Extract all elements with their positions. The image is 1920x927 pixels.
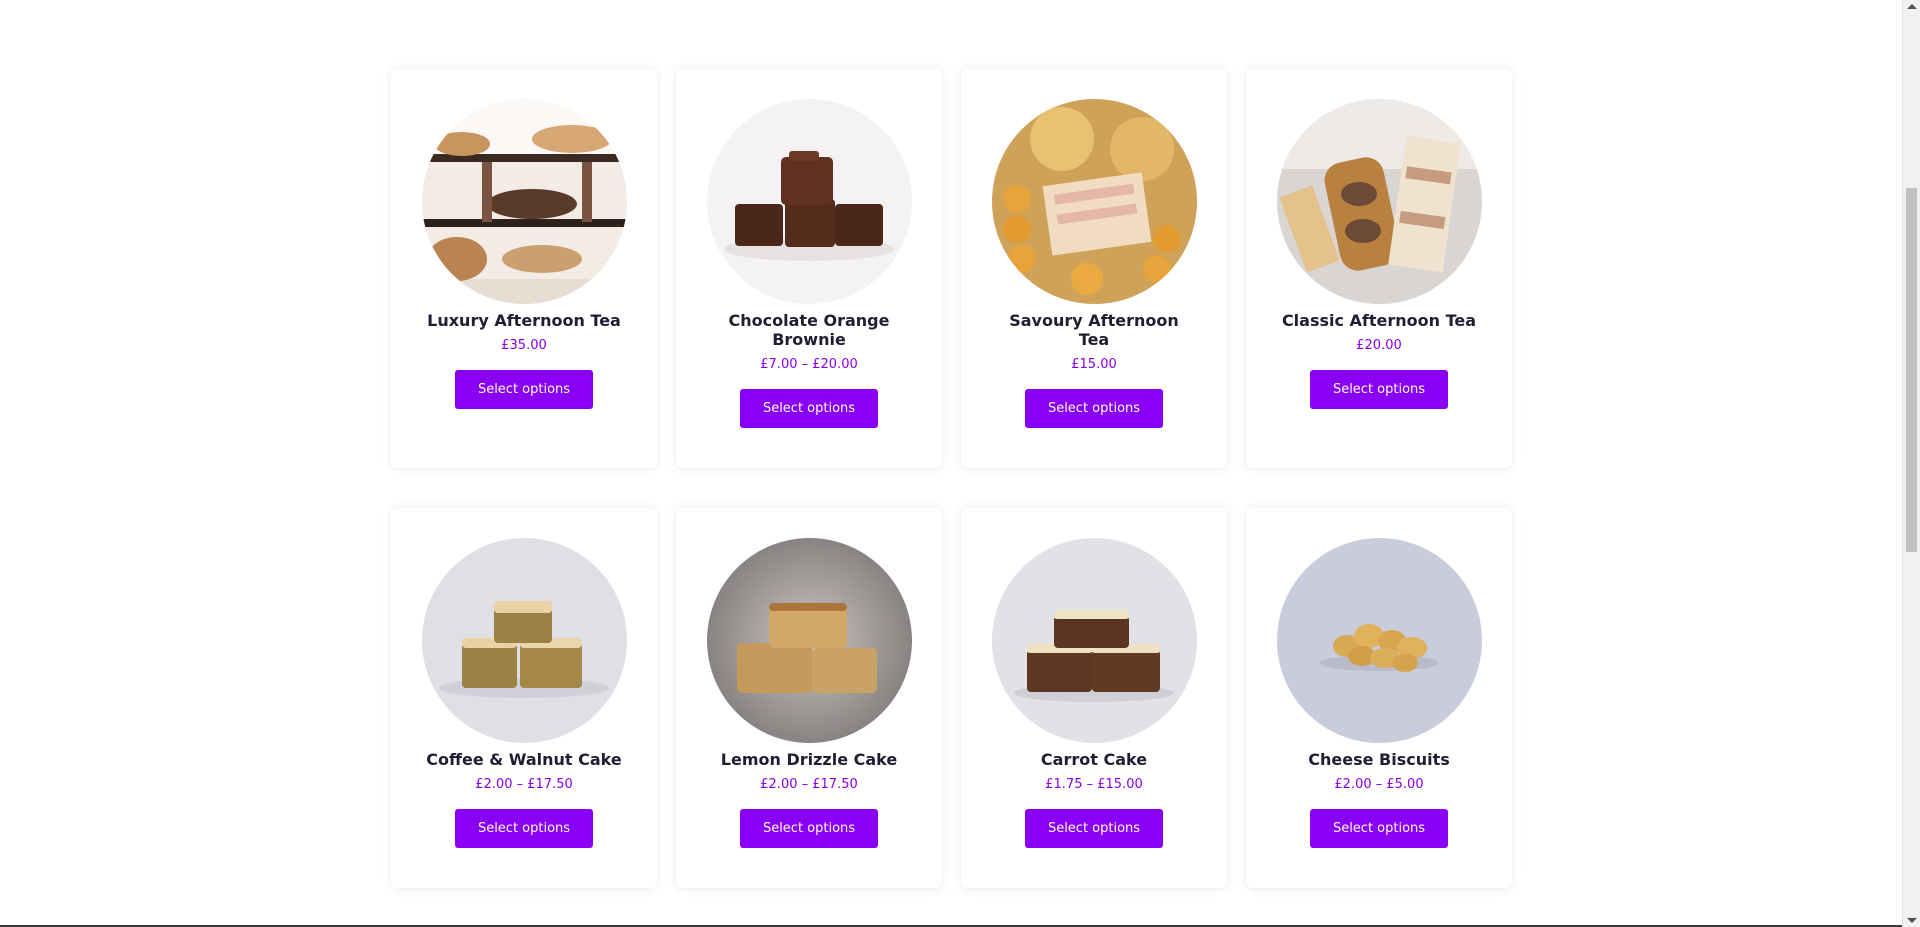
product-price: £2.00 – £5.00 (1334, 777, 1424, 792)
product-title[interactable]: Chocolate Orange Brownie (709, 311, 909, 349)
product-grid: Luxury Afternoon Tea £35.00 Select optio… (391, 69, 1512, 888)
product-card[interactable]: Coffee & Walnut Cake £2.00 – £17.50 Sele… (391, 508, 657, 888)
cheese-biscuits-image (1276, 538, 1482, 743)
product-price: £7.00 – £20.00 (760, 357, 858, 372)
product-title[interactable]: Coffee & Walnut Cake (424, 750, 624, 769)
product-image[interactable] (421, 538, 627, 743)
product-title[interactable]: Lemon Drizzle Cake (709, 750, 909, 769)
product-card[interactable]: Cheese Biscuits £2.00 – £5.00 Select opt… (1246, 508, 1512, 888)
select-options-button[interactable]: Select options (1025, 389, 1163, 428)
select-options-button[interactable]: Select options (740, 809, 878, 848)
carrot-cake-image (991, 538, 1197, 743)
vertical-scrollbar[interactable] (1902, 0, 1920, 927)
select-options-button[interactable]: Select options (740, 389, 878, 428)
product-image[interactable] (706, 538, 912, 743)
product-price: £35.00 (501, 338, 547, 353)
luxury-afternoon-tea-image (421, 99, 627, 304)
product-title[interactable]: Cheese Biscuits (1279, 750, 1479, 769)
select-options-button[interactable]: Select options (455, 809, 593, 848)
product-title[interactable]: Savoury Afternoon Tea (994, 311, 1194, 349)
select-options-button[interactable]: Select options (1025, 809, 1163, 848)
scroll-down-icon[interactable] (1907, 918, 1917, 923)
product-price: £2.00 – £17.50 (760, 777, 858, 792)
select-options-button[interactable]: Select options (1310, 809, 1448, 848)
select-options-button[interactable]: Select options (455, 370, 593, 409)
lemon-drizzle-cake-image (706, 538, 912, 743)
product-title[interactable]: Classic Afternoon Tea (1279, 311, 1479, 330)
product-card[interactable]: Chocolate Orange Brownie £7.00 – £20.00 … (676, 69, 942, 468)
product-price: £15.00 (1071, 357, 1117, 372)
product-image[interactable] (706, 99, 912, 304)
product-card[interactable]: Lemon Drizzle Cake £2.00 – £17.50 Select… (676, 508, 942, 888)
scrollbar-thumb[interactable] (1906, 188, 1917, 552)
product-card[interactable]: Classic Afternoon Tea £20.00 Select opti… (1246, 69, 1512, 468)
shop-page: Luxury Afternoon Tea £35.00 Select optio… (0, 0, 1902, 927)
product-price: £1.75 – £15.00 (1045, 777, 1143, 792)
product-image[interactable] (991, 538, 1197, 743)
product-card[interactable]: Luxury Afternoon Tea £35.00 Select optio… (391, 69, 657, 468)
product-price: £2.00 – £17.50 (475, 777, 573, 792)
product-card[interactable]: Carrot Cake £1.75 – £15.00 Select option… (961, 508, 1227, 888)
product-price: £20.00 (1356, 338, 1402, 353)
product-image[interactable] (1276, 99, 1482, 304)
product-card[interactable]: Savoury Afternoon Tea £15.00 Select opti… (961, 69, 1227, 468)
coffee-walnut-cake-image (421, 538, 627, 743)
product-title[interactable]: Carrot Cake (994, 750, 1194, 769)
savoury-afternoon-tea-image (991, 99, 1197, 304)
select-options-button[interactable]: Select options (1310, 370, 1448, 409)
product-image[interactable] (1276, 538, 1482, 743)
product-image[interactable] (991, 99, 1197, 304)
chocolate-orange-brownie-image (706, 99, 912, 304)
classic-afternoon-tea-image (1276, 99, 1482, 304)
product-title[interactable]: Luxury Afternoon Tea (424, 311, 624, 330)
scroll-up-icon[interactable] (1907, 4, 1917, 9)
product-image[interactable] (421, 99, 627, 304)
